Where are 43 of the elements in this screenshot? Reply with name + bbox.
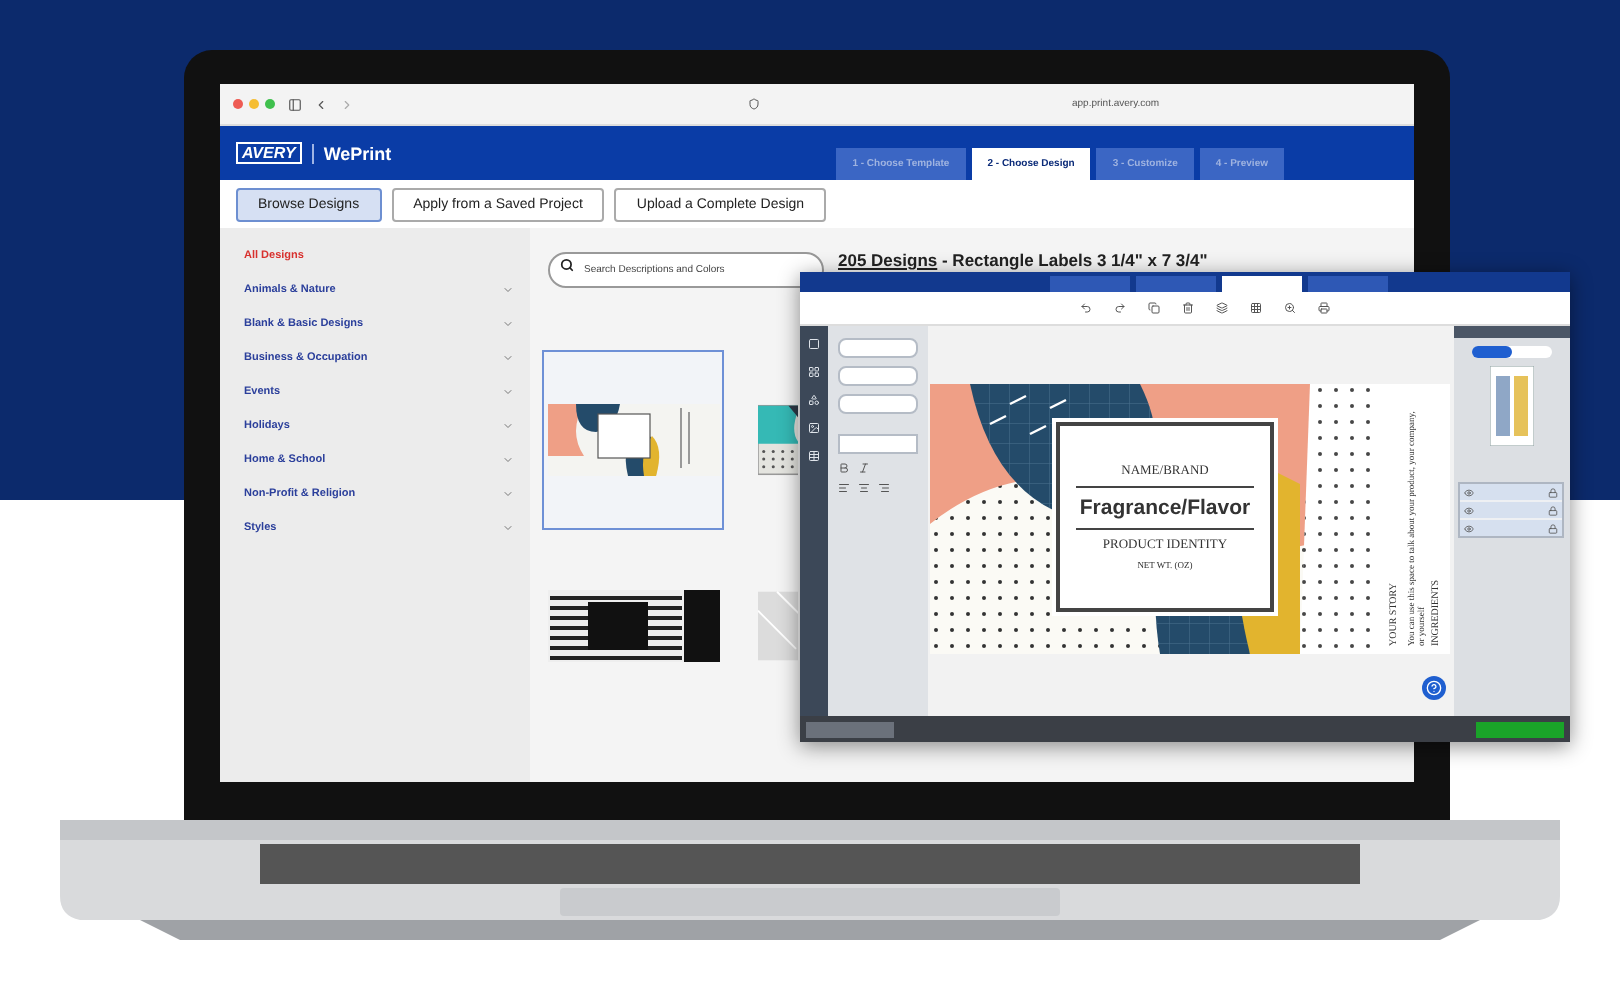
lock-icon[interactable] <box>1548 523 1558 533</box>
logo: AVERY <box>236 142 302 164</box>
next-button[interactable] <box>1476 721 1564 737</box>
label-thumbnail <box>758 590 798 662</box>
lock-icon[interactable] <box>1548 505 1558 515</box>
image-icon[interactable] <box>808 422 820 434</box>
view-toggle[interactable] <box>1471 346 1551 358</box>
redo-icon[interactable] <box>1114 302 1126 314</box>
align-center-icon[interactable] <box>858 482 870 494</box>
panel-header <box>1454 326 1570 338</box>
printer-icon[interactable] <box>1318 302 1330 314</box>
label-thumbnail <box>758 404 798 476</box>
window-controls-icon <box>232 98 276 110</box>
shapes-icon[interactable] <box>808 394 820 406</box>
help-button[interactable] <box>1422 676 1446 700</box>
label-title[interactable]: Fragrance/Flavor <box>1075 486 1255 530</box>
font-field[interactable] <box>838 434 918 454</box>
grid-icon[interactable] <box>1250 302 1262 314</box>
eye-icon[interactable] <box>1464 523 1474 533</box>
trash-icon[interactable] <box>1182 302 1194 314</box>
eye-icon[interactable] <box>1464 487 1474 497</box>
undo-icon[interactable] <box>1080 302 1092 314</box>
grid-tool-icon[interactable] <box>808 366 820 378</box>
search-icon <box>560 258 574 272</box>
zoom-icon[interactable] <box>1284 302 1296 314</box>
help-icon <box>1426 680 1442 696</box>
lock-icon[interactable] <box>1548 487 1558 497</box>
shield-icon <box>748 98 760 110</box>
design-card[interactable] <box>542 350 724 530</box>
layers-icon[interactable] <box>1216 302 1228 314</box>
align-right-icon[interactable] <box>878 482 890 494</box>
product-name: WePrint <box>311 143 392 163</box>
italic-icon[interactable] <box>858 462 870 474</box>
back-button[interactable] <box>806 721 894 737</box>
eye-icon[interactable] <box>1464 505 1474 515</box>
copy-icon[interactable] <box>1148 302 1160 314</box>
table-icon[interactable] <box>808 450 820 462</box>
bold-icon[interactable] <box>838 462 850 474</box>
sidebar-toggle-icon[interactable] <box>288 97 302 111</box>
page-thumbnail <box>1489 366 1533 446</box>
back-icon[interactable] <box>314 97 328 111</box>
results-heading: 205 Designs - Rectangle Labels 3 1/4" x 7 3/4" <box>838 248 1208 270</box>
align-left-icon[interactable] <box>838 482 850 494</box>
